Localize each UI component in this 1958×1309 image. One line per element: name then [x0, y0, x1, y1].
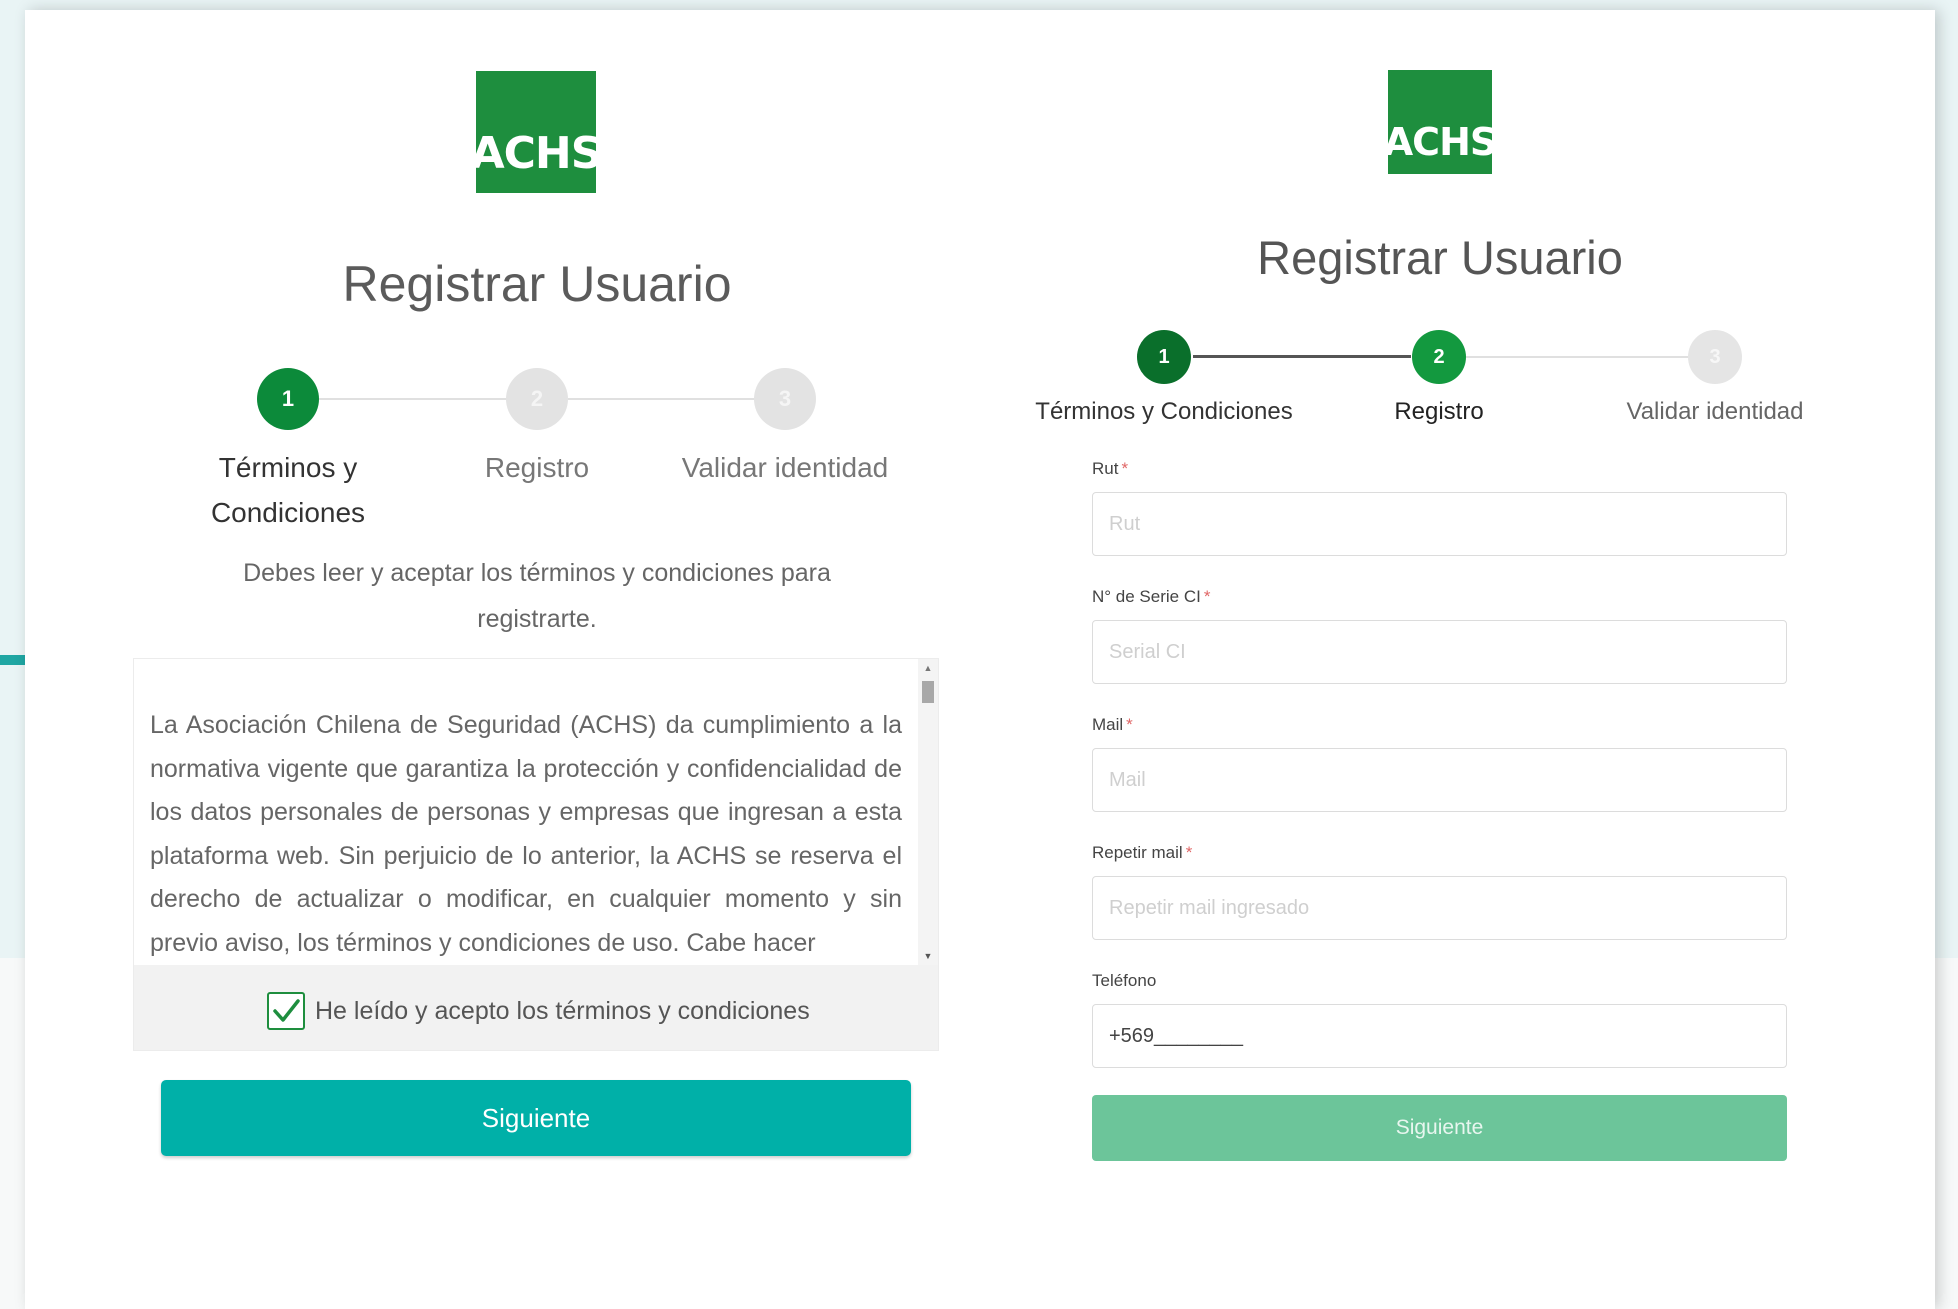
scroll-up-icon[interactable]: ▲ — [918, 663, 938, 673]
serie-ci-input[interactable] — [1092, 620, 1787, 684]
step-3-indicator: 3 — [1688, 330, 1742, 384]
step-2-label: Registro — [484, 452, 590, 483]
step-1-label: Términos y Condiciones — [1035, 398, 1293, 425]
rut-input[interactable] — [1092, 492, 1787, 556]
page-title: Registrar Usuario — [342, 256, 732, 312]
mail-label: Mail * — [1092, 715, 1133, 734]
repeat-mail-input[interactable] — [1092, 876, 1787, 940]
step-connector — [318, 398, 508, 400]
step-connector-completed — [1193, 355, 1411, 358]
step-2-indicator: 2 — [506, 368, 568, 430]
terms-scroll-area[interactable]: La Asociación Chilena de Seguridad (ACHS… — [134, 659, 918, 965]
achs-logo: ACHS — [1384, 70, 1497, 174]
page-title: Registrar Usuario — [1257, 231, 1623, 284]
scrollbar-thumb[interactable] — [922, 681, 934, 703]
logo-text: ACHS — [1383, 120, 1497, 164]
phone-label: Teléfono — [1092, 971, 1157, 990]
phone-input[interactable] — [1092, 1004, 1787, 1068]
accept-terms-row[interactable]: He leído y acepto los términos y condici… — [267, 989, 810, 1033]
step-1-indicator: 1 — [257, 368, 319, 430]
serie-ci-label: N° de Serie CI * — [1092, 587, 1211, 606]
achs-logo: ACHS — [471, 71, 602, 193]
terms-text: La Asociación Chilena de Seguridad (ACHS… — [150, 711, 902, 957]
accept-terms-checkbox[interactable] — [267, 992, 305, 1030]
instruction-text: Debes leer y aceptar los términos y cond… — [243, 559, 831, 633]
step-2-label: Registro — [1394, 398, 1484, 425]
scroll-down-icon[interactable]: ▼ — [918, 951, 938, 961]
rut-label: Rut * — [1092, 459, 1129, 478]
accept-terms-label: He leído y acepto los términos y condici… — [315, 996, 810, 1025]
decorative-accent-bar — [0, 655, 26, 665]
repeat-mail-label: Repetir mail * — [1092, 843, 1193, 862]
step-2-indicator: 2 — [1412, 330, 1466, 384]
step-connector — [568, 398, 758, 400]
step-connector — [1466, 356, 1690, 358]
step-1-indicator: 1 — [1137, 330, 1191, 384]
checkmark-icon — [273, 999, 300, 1022]
step-3-label: Validar identidad — [1626, 398, 1804, 425]
mail-input[interactable] — [1092, 748, 1787, 812]
step-1-label: Términos y Condiciones — [210, 452, 366, 528]
next-button[interactable]: Siguiente — [161, 1080, 911, 1156]
step-3-indicator: 3 — [754, 368, 816, 430]
terms-scrollbar[interactable]: ▲ ▼ — [918, 659, 938, 965]
step-3-label: Validar identidad — [681, 452, 889, 483]
terms-container: La Asociación Chilena de Seguridad (ACHS… — [133, 658, 939, 1051]
next-button[interactable]: Siguiente — [1092, 1095, 1787, 1161]
logo-text: ACHS — [470, 128, 603, 179]
